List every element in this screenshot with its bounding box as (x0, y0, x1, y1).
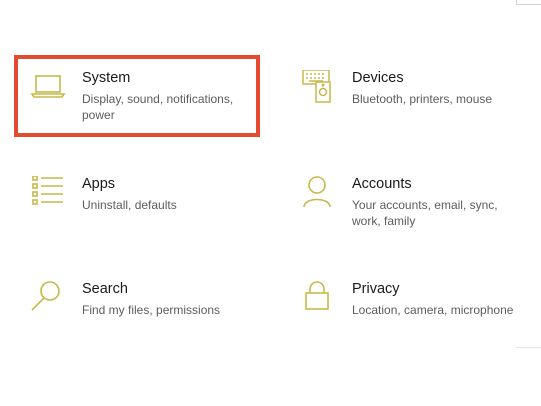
settings-tile-apps[interactable]: Apps Uninstall, defaults (30, 176, 270, 256)
settings-tile-privacy[interactable]: Privacy Location, camera, microphone (300, 281, 540, 361)
tile-title: System (82, 70, 131, 86)
settings-tile-search[interactable]: Search Find my files, permissions (30, 281, 270, 361)
tile-title: Apps (82, 176, 116, 192)
settings-home: System Display, sound, notifications, po… (0, 0, 541, 406)
magnifier-icon (30, 281, 70, 321)
tile-title: Privacy (352, 281, 400, 297)
person-icon (300, 176, 340, 216)
settings-tile-devices[interactable]: Devices Bluetooth, printers, mouse (300, 70, 540, 150)
tile-description: Display, sound, notifications, power (82, 92, 234, 122)
tile-title: Devices (352, 70, 404, 86)
app-list-icon (30, 176, 70, 216)
tile-description: Uninstall, defaults (82, 198, 177, 212)
tile-description: Bluetooth, printers, mouse (352, 92, 493, 106)
tile-description: Your accounts, email, sync, work, family (352, 198, 498, 228)
tile-description: Location, camera, microphone (352, 303, 514, 317)
tile-title: Accounts (352, 176, 412, 192)
tile-title: Search (82, 281, 128, 297)
keyboard-speaker-icon (300, 70, 340, 110)
laptop-icon (30, 70, 70, 110)
divider (516, 4, 541, 5)
settings-tile-accounts[interactable]: Accounts Your accounts, email, sync, wor… (300, 176, 540, 256)
tile-description: Find my files, permissions (82, 303, 221, 317)
settings-tile-system[interactable]: System Display, sound, notifications, po… (30, 70, 270, 150)
lock-icon (300, 281, 340, 321)
